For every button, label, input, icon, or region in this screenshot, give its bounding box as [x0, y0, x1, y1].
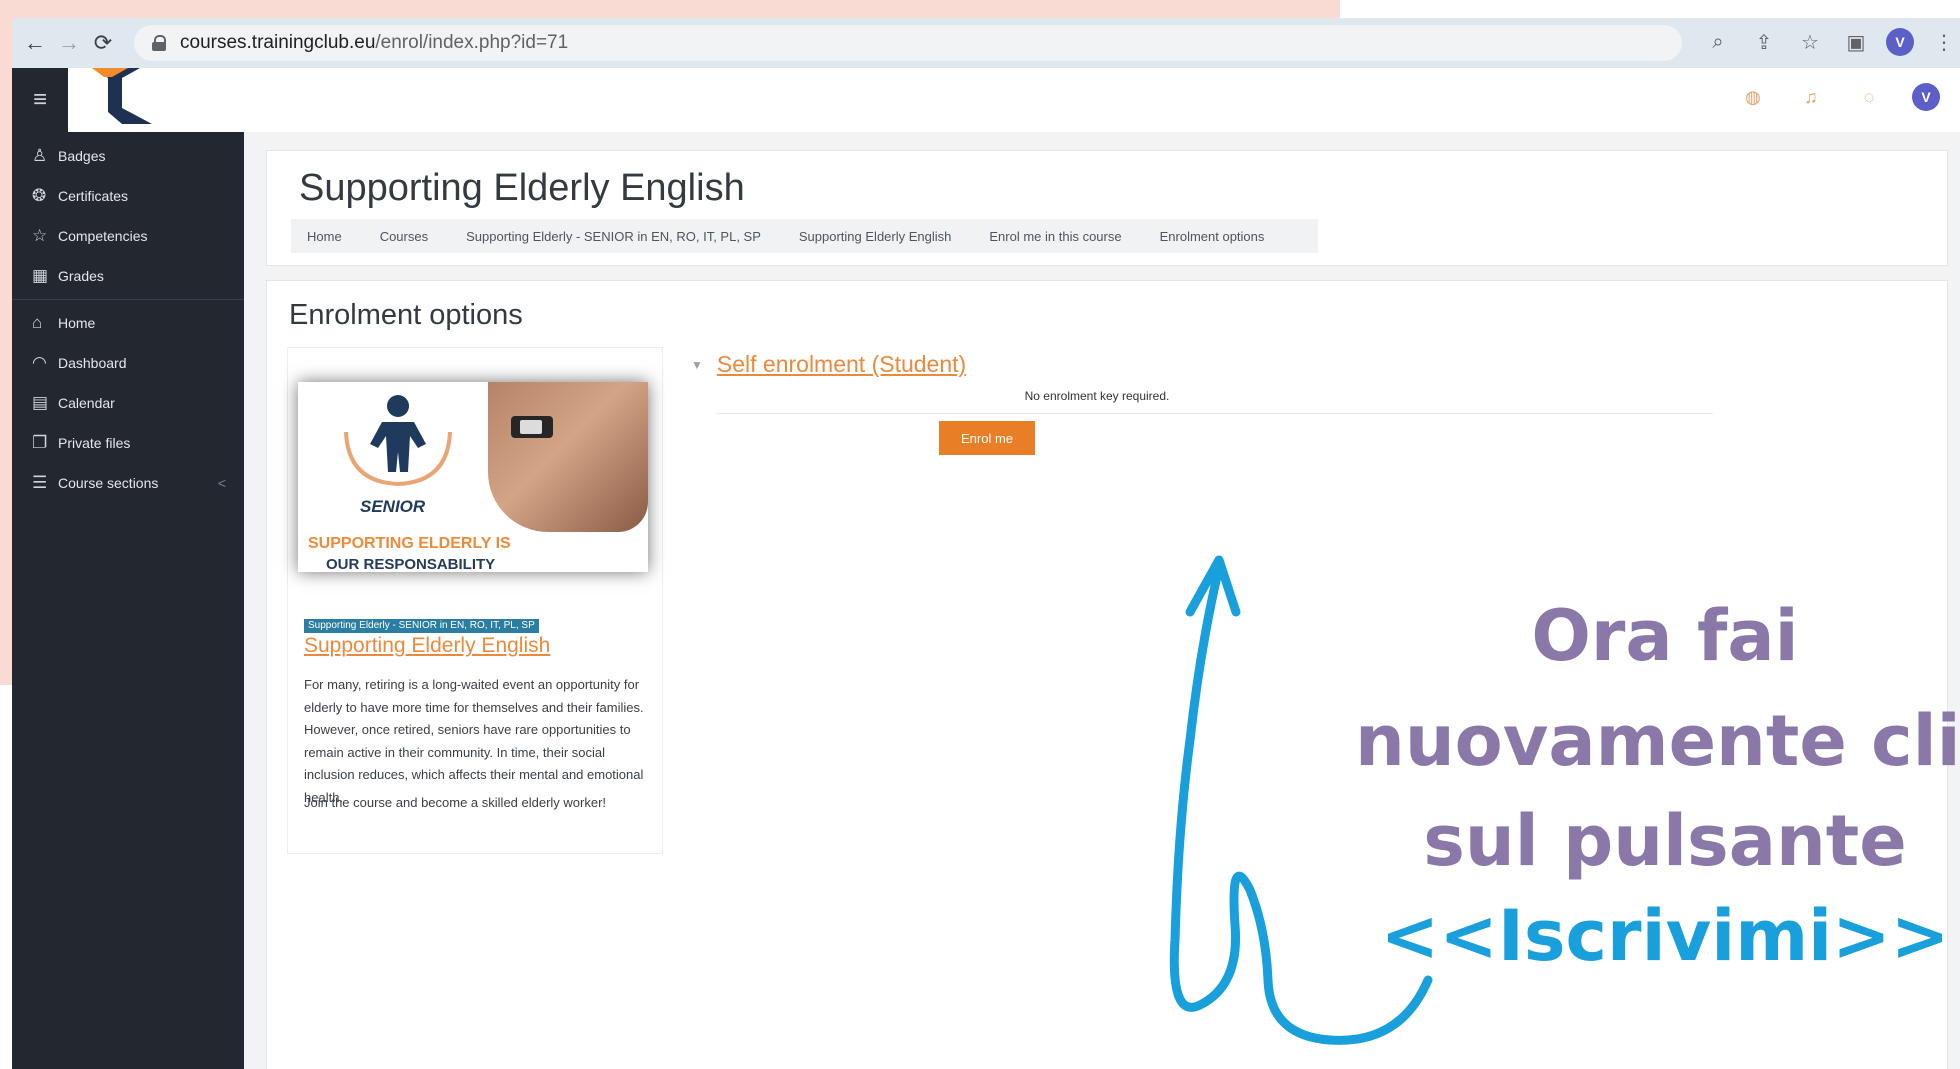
course-call-to-action: Join the course and become a skilled eld… — [304, 795, 607, 810]
main-content: Supporting Elderly English Home Courses … — [244, 132, 1960, 1069]
course-image: SENIOR SUPPORTING ELDERLY IS OUR RESPONS… — [298, 382, 648, 572]
enrol-me-button[interactable]: Enrol me — [939, 421, 1035, 455]
site-logo[interactable] — [82, 68, 162, 132]
back-icon[interactable]: ← — [18, 26, 52, 60]
sidebar-item-private-files[interactable]: ❐ Private files — [12, 423, 244, 463]
notification-bell-icon[interactable]: ♫ — [1796, 82, 1826, 112]
sidebar-item-badges[interactable]: ♙ Badges — [12, 136, 244, 176]
url-host: courses.trainingclub.eu — [180, 32, 376, 53]
sidebar-item-label: Grades — [58, 268, 104, 284]
enrolment-key-note: No enrolment key required. — [1024, 389, 1170, 403]
sidebar-item-label: Calendar — [58, 395, 115, 411]
sidebar-item-calendar[interactable]: ▤ Calendar — [12, 383, 244, 423]
image-senior-text: SENIOR — [360, 497, 426, 516]
grades-icon: ▦ — [32, 266, 49, 285]
zoom-icon[interactable]: ⌕ — [1702, 26, 1734, 58]
messages-icon[interactable]: ◌ — [1854, 82, 1884, 112]
image-tagline-1: SUPPORTING ELDERLY IS — [308, 535, 511, 552]
page-header-card: Supporting Elderly English Home Courses … — [266, 150, 1948, 266]
sidebar-item-competencies[interactable]: ☆ Competencies — [12, 216, 244, 256]
site-header: ≡ ◍ ♫ ◌ V — [12, 68, 1960, 133]
sidebar-item-certificates[interactable]: ❂ Certificates — [12, 176, 244, 216]
reload-icon[interactable]: ⟳ — [86, 26, 120, 60]
browser-window: ← → ⟳ courses.trainingclub.eu/enrol/inde… — [12, 18, 1960, 1069]
sidebar-item-label: Competencies — [58, 228, 148, 244]
page-title: Supporting Elderly English — [299, 167, 745, 209]
sidebar-item-label: Badges — [58, 148, 106, 164]
sidebar-divider — [12, 299, 244, 300]
breadcrumb-item-courses[interactable]: Courses — [380, 229, 428, 244]
watch-face-graphic — [520, 420, 542, 434]
breadcrumb-item-course[interactable]: Supporting Elderly English — [799, 229, 951, 244]
sidebar-item-label: Course sections — [58, 475, 159, 491]
course-name-link[interactable]: Supporting Elderly English — [304, 634, 550, 658]
side-panel-icon[interactable]: ▣ — [1840, 26, 1872, 58]
browser-menu-icon[interactable]: ⋮ — [1928, 26, 1960, 58]
sidebar-item-label: Certificates — [58, 188, 129, 204]
files-icon: ❐ — [32, 433, 48, 452]
breadcrumb-item-home[interactable]: Home — [307, 229, 342, 244]
image-language-label: EN — [586, 570, 622, 572]
user-avatar[interactable]: V — [1912, 83, 1940, 111]
star-icon: ☆ — [32, 226, 48, 245]
self-enrolment-title[interactable]: Self enrolment (Student) — [717, 351, 966, 378]
divider — [717, 413, 1713, 414]
list-icon: ☰ — [32, 473, 48, 492]
collapse-chevron-icon[interactable]: < — [218, 475, 226, 491]
dashboard-icon: ◠ — [32, 353, 47, 372]
forward-icon[interactable]: → — [52, 26, 86, 60]
enrolment-card: Enrolment options SENIOR SUPPORTING ELDE… — [266, 280, 1948, 1069]
breadcrumb-item-enrol[interactable]: Enrol me in this course — [989, 229, 1121, 244]
bookmark-star-icon[interactable]: ☆ — [1794, 26, 1826, 58]
enrol-method-header[interactable]: ▼ Self enrolment (Student) — [691, 351, 966, 378]
header-icons: ◍ ♫ ◌ V — [1738, 82, 1940, 112]
certificate-icon: ❂ — [32, 186, 47, 205]
image-tagline-2: OUR RESPONSABILITY — [326, 556, 496, 572]
sidebar-item-label: Dashboard — [58, 355, 127, 371]
expand-caret-icon[interactable]: ▼ — [691, 358, 703, 372]
breadcrumb: Home Courses Supporting Elderly - SENIOR… — [291, 219, 1319, 253]
sidebar-item-label: Home — [58, 315, 96, 331]
browser-profile-avatar[interactable]: V — [1886, 28, 1914, 56]
breadcrumb-item-category[interactable]: Supporting Elderly - SENIOR in EN, RO, I… — [466, 229, 761, 244]
home-icon: ⌂ — [32, 313, 43, 332]
hands-photo — [488, 382, 648, 532]
lock-icon — [152, 35, 166, 51]
language-globe-icon[interactable]: ◍ — [1738, 82, 1768, 112]
hamburger-menu-icon[interactable]: ≡ — [12, 68, 68, 132]
browser-toolbar: ← → ⟳ courses.trainingclub.eu/enrol/inde… — [12, 18, 1960, 68]
share-icon[interactable]: ⇪ — [1748, 26, 1780, 58]
sidebar-item-label: Private files — [58, 435, 131, 451]
sidebar-item-course-sections[interactable]: ☰ Course sections < — [12, 463, 244, 503]
course-summary: SENIOR SUPPORTING ELDERLY IS OUR RESPONS… — [287, 347, 663, 854]
address-bar[interactable]: courses.trainingclub.eu/enrol/index.php?… — [134, 25, 1682, 61]
senior-person-icon — [344, 395, 452, 487]
course-description: For many, retiring is a long-waited even… — [304, 677, 644, 805]
sidebar-item-grades[interactable]: ▦ Grades — [12, 256, 244, 296]
badge-icon: ♙ — [32, 146, 48, 165]
section-title: Enrolment options — [289, 299, 523, 331]
sidebar: ♙ Badges ❂ Certificates ☆ Competencies ▦ Gra… — [12, 132, 244, 1069]
breadcrumb-item-current: Enrolment options — [1159, 228, 1265, 244]
sidebar-item-dashboard[interactable]: ◠ Dashboard — [12, 343, 244, 383]
sidebar-item-home[interactable]: ⌂ Home — [12, 303, 244, 343]
calendar-icon: ▤ — [32, 393, 49, 412]
browser-actions: ⌕ ⇪ ☆ ▣ V ⋮ — [1702, 26, 1960, 58]
url-path: /enrol/index.php?id=71 — [375, 32, 569, 53]
category-badge: Supporting Elderly - SENIOR in EN, RO, I… — [304, 619, 539, 633]
